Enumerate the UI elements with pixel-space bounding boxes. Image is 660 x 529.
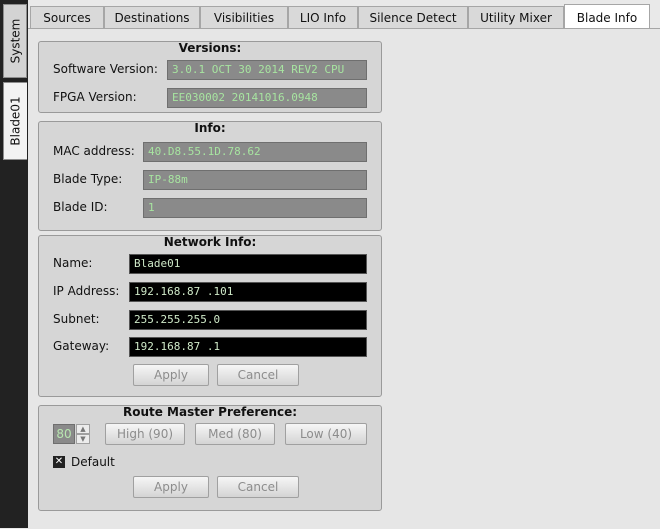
med-preference-button[interactable]: Med (80) [195, 423, 275, 445]
ip-address-label: IP Address: [53, 284, 120, 298]
subnet-label: Subnet: [53, 312, 100, 326]
network-info-title: Network Info: [163, 235, 257, 249]
name-label: Name: [53, 256, 93, 270]
software-version-label: Software Version: [53, 62, 158, 76]
tab-visibilities[interactable]: Visibilities [200, 6, 288, 28]
blade-type-field: IP-88m [143, 170, 367, 190]
tab-lio-info[interactable]: LIO Info [288, 6, 358, 28]
blade-id-field: 1 [143, 198, 367, 218]
gateway-input[interactable]: 192.168.87 .1 [129, 337, 367, 357]
network-cancel-button[interactable]: Cancel [217, 364, 299, 386]
blade-id-label: Blade ID: [53, 200, 108, 214]
route-preference-value[interactable]: 80 [53, 424, 75, 444]
side-tab-system[interactable]: System [3, 4, 27, 78]
default-checkbox-label: Default [71, 455, 115, 469]
default-checkbox[interactable]: ✕ [53, 456, 65, 468]
subnet-input[interactable]: 255.255.255.0 [129, 310, 367, 330]
route-apply-button[interactable]: Apply [133, 476, 209, 498]
side-tab-blade01-label: Blade01 [8, 96, 23, 146]
info-panel: Info: MAC address: 40.D8.55.1D.78.62 Bla… [38, 121, 382, 231]
route-master-title: Route Master Preference: [122, 405, 298, 419]
name-input[interactable]: Blade01 [129, 254, 367, 274]
ip-address-input[interactable]: 192.168.87 .101 [129, 282, 367, 302]
tab-blade-info[interactable]: Blade Info [564, 4, 650, 30]
high-preference-button[interactable]: High (90) [105, 423, 185, 445]
route-cancel-button[interactable]: Cancel [217, 476, 299, 498]
tab-bar: Sources Destinations Visibilities LIO In… [28, 0, 660, 30]
blade-type-label: Blade Type: [53, 172, 123, 186]
tab-utility-mixer[interactable]: Utility Mixer [468, 6, 564, 28]
software-version-field: 3.0.1 OCT 30 2014 REV2 CPU [167, 60, 367, 80]
network-info-panel: Network Info: Name: Blade01 IP Address: … [38, 235, 382, 397]
route-preference-stepper[interactable]: ▲ ▼ [76, 424, 90, 444]
tab-sources[interactable]: Sources [30, 6, 104, 28]
tab-silence-detect[interactable]: Silence Detect [358, 6, 468, 28]
mac-address-field: 40.D8.55.1D.78.62 [143, 142, 367, 162]
route-master-panel: Route Master Preference: 80 ▲ ▼ High (90… [38, 405, 382, 511]
versions-title: Versions: [178, 41, 242, 55]
side-tab-strip: System Blade01 [0, 0, 28, 528]
stepper-down-icon[interactable]: ▼ [76, 434, 90, 444]
low-preference-button[interactable]: Low (40) [285, 423, 367, 445]
info-title: Info: [194, 121, 226, 135]
fpga-version-field: EE030002 20141016.0948 [167, 88, 367, 108]
stepper-up-icon[interactable]: ▲ [76, 424, 90, 434]
fpga-version-label: FPGA Version: [53, 90, 137, 104]
side-tab-system-label: System [8, 18, 22, 64]
versions-panel: Versions: Software Version: 3.0.1 OCT 30… [38, 41, 382, 113]
side-tab-blade01[interactable]: Blade01 [3, 82, 27, 160]
blade-info-content: Versions: Software Version: 3.0.1 OCT 30… [28, 28, 660, 529]
tab-destinations[interactable]: Destinations [104, 6, 200, 28]
network-apply-button[interactable]: Apply [133, 364, 209, 386]
gateway-label: Gateway: [53, 339, 110, 353]
mac-address-label: MAC address: [53, 144, 135, 158]
